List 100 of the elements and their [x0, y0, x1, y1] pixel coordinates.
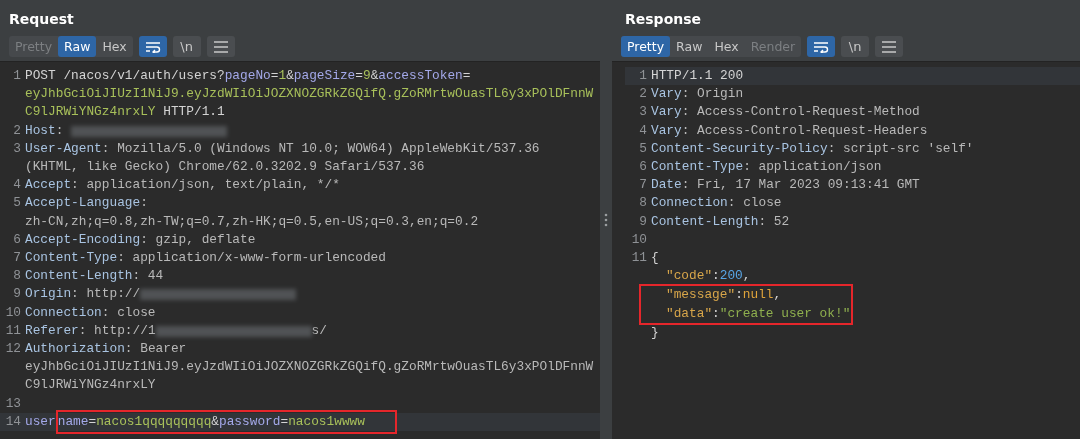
code-token: : [712, 304, 720, 323]
code-token: Content-Length [25, 267, 133, 286]
code-token: Content-Security-Policy [651, 139, 828, 158]
line-number: 7 [12, 248, 21, 267]
line-number: 13 [4, 394, 21, 413]
code-token: & [286, 67, 294, 85]
code-token: C9lJRWiYNGz4nrxLY [25, 103, 156, 122]
code-token: Content-Type [651, 158, 744, 176]
line-number: 10 [4, 303, 21, 322]
code-token: Authorization [25, 339, 125, 358]
code-token: : [140, 194, 148, 213]
code-token: null [742, 286, 774, 305]
code-token: Vary [651, 103, 682, 122]
code-token: Referer [25, 321, 79, 340]
view-tab[interactable]: Raw [670, 36, 709, 57]
line-number: 3 [12, 139, 21, 158]
code-token: : Access-Control-Request-Method [681, 103, 920, 122]
code-token: Connection [25, 303, 102, 322]
code-token: password [219, 412, 281, 431]
code-token: , [773, 286, 782, 305]
view-tab[interactable]: Raw [58, 36, 97, 57]
menu-button[interactable] [206, 36, 235, 57]
line-number: 2 [638, 85, 647, 104]
panel-title: Request [9, 11, 74, 27]
menu-icon [881, 40, 898, 53]
code-token: } [651, 323, 659, 342]
code-token: Date [651, 176, 682, 195]
code-token: accessToken [378, 67, 463, 85]
code-token: : http:// [71, 285, 141, 304]
line-number: 9 [12, 285, 21, 304]
code-token: pageNo [224, 67, 271, 85]
code-token: C9lJRWiYNGz4nrxLY [25, 376, 156, 395]
code-token: "data" [666, 304, 713, 323]
code-token: HTTP/1.1 200 [651, 67, 744, 85]
code-token: : gzip, deflate [140, 230, 256, 249]
code-token: zh-CN,zh;q=0.8,zh-TW;q=0.7,zh-HK;q=0.5,en-US;q=0.3,en;q=0.2 [25, 212, 479, 231]
code-token: User-Agent [25, 139, 102, 158]
line-number: 1 [638, 67, 647, 85]
line-number: 11 [630, 249, 647, 268]
view-tab[interactable]: Hex [708, 36, 745, 57]
code-token: : 44 [132, 267, 164, 286]
code-token: : close [727, 194, 782, 213]
code-token: Accept-Language [25, 194, 141, 213]
code-token: & [370, 67, 379, 85]
code-token: "message" [666, 286, 736, 305]
code-token: : 52 [758, 212, 790, 231]
code-token: nacos1qqqqqqqqq [96, 412, 212, 431]
code-token: , [742, 267, 751, 286]
line-number: 4 [638, 121, 647, 140]
line-number: 5 [638, 139, 647, 158]
code-token: "code" [666, 267, 713, 286]
code-token: HTTP/1.1 [162, 103, 225, 122]
panel-title: Response [625, 11, 702, 27]
line-number: 2 [12, 121, 21, 140]
line-number: 1 [12, 67, 21, 85]
line-number: 11 [4, 321, 21, 340]
word-wrap-button[interactable] [807, 36, 836, 57]
code-token: : Fri, 17 Mar 2023 09:13:41 GMT [681, 176, 920, 195]
code-token: Origin [25, 285, 72, 304]
code-token: : Bearer [124, 339, 187, 358]
drag-handle-icon[interactable] [604, 212, 608, 227]
code-token: Content-Length [651, 212, 759, 231]
code-token: = [462, 67, 471, 85]
line-number: 6 [12, 230, 21, 249]
word-wrap-button[interactable] [138, 36, 167, 57]
line-number: 12 [4, 339, 21, 358]
code-token: eyJhbGciOiJIUzI1NiJ9.eyJzdWIiOiJOZXNOZGRkZGQifQ.gZoRMrtwOuasTL6y3xPOlDFnnW [25, 358, 594, 377]
code-token: : script-src 'self' [827, 139, 974, 158]
code-token: POST /nacos/v1/auth/users? [25, 67, 225, 85]
code-token: : Origin [681, 85, 744, 104]
code-token: Accept [25, 176, 72, 195]
code-token: : [712, 267, 720, 286]
code-token: = [355, 67, 363, 85]
code-token: : [55, 121, 65, 140]
code-token: : http://1 [78, 321, 156, 340]
view-tab[interactable]: Hex [96, 36, 133, 57]
code-token: : application/json, text/plain, */* [71, 176, 340, 195]
code-token: & [211, 412, 219, 431]
menu-icon [212, 40, 229, 53]
code-token: = [88, 412, 97, 431]
newline-button[interactable]: \n [841, 36, 870, 57]
line-number: 7 [638, 176, 647, 195]
menu-button[interactable] [875, 36, 904, 57]
newline-button[interactable]: \n [172, 36, 201, 57]
view-tab[interactable]: Pretty [621, 36, 671, 57]
code-token: { [651, 249, 659, 268]
code-token: name [57, 412, 89, 431]
line-number: 4 [12, 176, 21, 195]
code-token: Content-Type [25, 248, 118, 267]
line-number: 5 [12, 194, 21, 213]
line-number: 14 [4, 412, 21, 431]
line-number: 3 [638, 103, 647, 122]
code-token: : application/x-www-form-urlencoded [117, 248, 386, 267]
wrap-icon [813, 40, 830, 53]
code-token: : Mozilla/5.0 (Windows NT 10.0; WOW64) AppleWebKit/537.36 [101, 139, 540, 158]
code-token: (KHTML, like Gecko) Chrome/62.0.3202.9 Safari/537.36 [25, 157, 425, 176]
code-token: Host [25, 121, 56, 140]
code-token: = [280, 412, 289, 431]
line-number: 9 [638, 212, 647, 231]
line-number: 8 [12, 267, 21, 286]
